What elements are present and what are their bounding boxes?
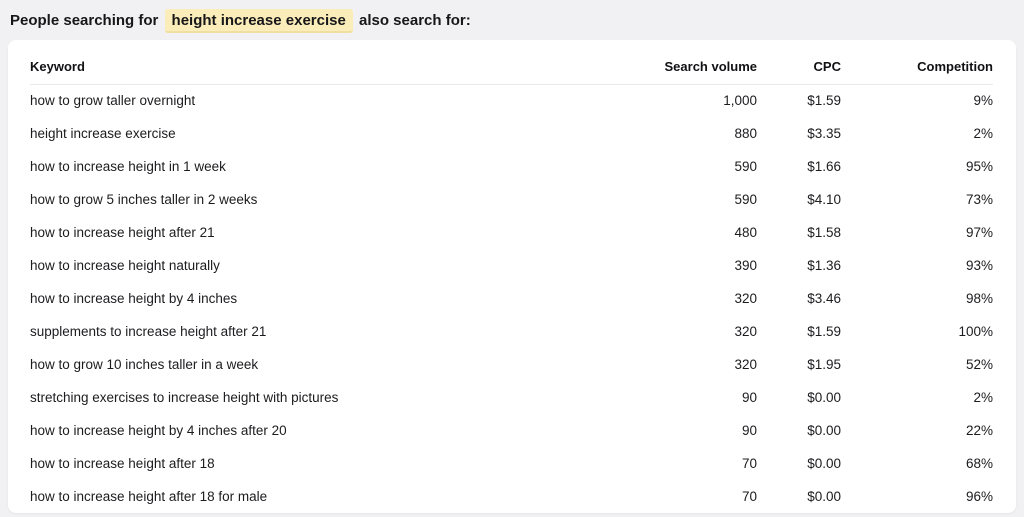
competition-cell: 95%: [841, 150, 993, 183]
search-volume-cell: 320: [617, 315, 757, 348]
keyword-cell: how to grow taller overnight: [30, 84, 617, 117]
cpc-cell: $1.95: [757, 348, 841, 381]
table-row: height increase exercise880$3.352%: [30, 117, 993, 150]
cpc-cell: $1.36: [757, 249, 841, 282]
search-volume-cell: 90: [617, 414, 757, 447]
table-row: how to increase height by 4 inches after…: [30, 414, 993, 447]
table-row: stretching exercises to increase height …: [30, 381, 993, 414]
highlighted-keyword: height increase exercise: [165, 9, 353, 33]
keyword-cell: how to increase height by 4 inches: [30, 282, 617, 315]
keyword-cell: how to increase height after 21: [30, 216, 617, 249]
keyword-cell: how to grow 10 inches taller in a week: [30, 348, 617, 381]
cpc-cell: $1.59: [757, 84, 841, 117]
keyword-cell: how to increase height by 4 inches after…: [30, 414, 617, 447]
table-row: how to grow 5 inches taller in 2 weeks59…: [30, 183, 993, 216]
table-row: how to increase height after 21480$1.589…: [30, 216, 993, 249]
title-prefix: People searching for: [10, 12, 158, 29]
page-title: People searching for height increase exe…: [0, 0, 1024, 40]
competition-cell: 52%: [841, 348, 993, 381]
competition-cell: 68%: [841, 447, 993, 480]
keyword-cell: how to increase height naturally: [30, 249, 617, 282]
competition-cell: 100%: [841, 315, 993, 348]
competition-cell: 97%: [841, 216, 993, 249]
keyword-cell: stretching exercises to increase height …: [30, 381, 617, 414]
competition-cell: 2%: [841, 381, 993, 414]
competition-cell: 9%: [841, 84, 993, 117]
keyword-cell: how to increase height after 18 for male: [30, 480, 617, 513]
column-header-competition: Competition: [841, 40, 993, 84]
cpc-cell: $1.66: [757, 150, 841, 183]
keyword-cell: how to increase height after 18: [30, 447, 617, 480]
table-row: how to increase height naturally390$1.36…: [30, 249, 993, 282]
table-row: how to increase height after 1870$0.0068…: [30, 447, 993, 480]
keyword-cell: how to grow 5 inches taller in 2 weeks: [30, 183, 617, 216]
table-row: supplements to increase height after 213…: [30, 315, 993, 348]
competition-cell: 22%: [841, 414, 993, 447]
keyword-cell: height increase exercise: [30, 117, 617, 150]
table-row: how to increase height by 4 inches320$3.…: [30, 282, 993, 315]
search-volume-cell: 480: [617, 216, 757, 249]
keyword-cell: supplements to increase height after 21: [30, 315, 617, 348]
cpc-cell: $4.10: [757, 183, 841, 216]
search-volume-cell: 320: [617, 282, 757, 315]
search-volume-cell: 320: [617, 348, 757, 381]
competition-cell: 93%: [841, 249, 993, 282]
keywords-table: Keyword Search volume CPC Competition ho…: [30, 40, 993, 513]
cpc-cell: $1.58: [757, 216, 841, 249]
table-row: how to grow 10 inches taller in a week32…: [30, 348, 993, 381]
search-volume-cell: 70: [617, 480, 757, 513]
search-volume-cell: 880: [617, 117, 757, 150]
cpc-cell: $3.46: [757, 282, 841, 315]
column-header-keyword: Keyword: [30, 40, 617, 84]
search-volume-cell: 590: [617, 183, 757, 216]
competition-cell: 98%: [841, 282, 993, 315]
column-header-cpc: CPC: [757, 40, 841, 84]
column-header-search-volume: Search volume: [617, 40, 757, 84]
table-body: how to grow taller overnight1,000$1.599%…: [30, 84, 993, 513]
keyword-cell: how to increase height in 1 week: [30, 150, 617, 183]
related-keywords-card: Keyword Search volume CPC Competition ho…: [8, 40, 1016, 513]
competition-cell: 96%: [841, 480, 993, 513]
cpc-cell: $0.00: [757, 414, 841, 447]
cpc-cell: $0.00: [757, 381, 841, 414]
cpc-cell: $0.00: [757, 447, 841, 480]
table-header-row: Keyword Search volume CPC Competition: [30, 40, 993, 84]
table-row: how to increase height after 18 for male…: [30, 480, 993, 513]
table-row: how to grow taller overnight1,000$1.599%: [30, 84, 993, 117]
search-volume-cell: 90: [617, 381, 757, 414]
table-row: how to increase height in 1 week590$1.66…: [30, 150, 993, 183]
competition-cell: 73%: [841, 183, 993, 216]
title-suffix: also search for:: [359, 12, 471, 29]
cpc-cell: $0.00: [757, 480, 841, 513]
cpc-cell: $3.35: [757, 117, 841, 150]
competition-cell: 2%: [841, 117, 993, 150]
search-volume-cell: 390: [617, 249, 757, 282]
cpc-cell: $1.59: [757, 315, 841, 348]
search-volume-cell: 70: [617, 447, 757, 480]
search-volume-cell: 590: [617, 150, 757, 183]
search-volume-cell: 1,000: [617, 84, 757, 117]
